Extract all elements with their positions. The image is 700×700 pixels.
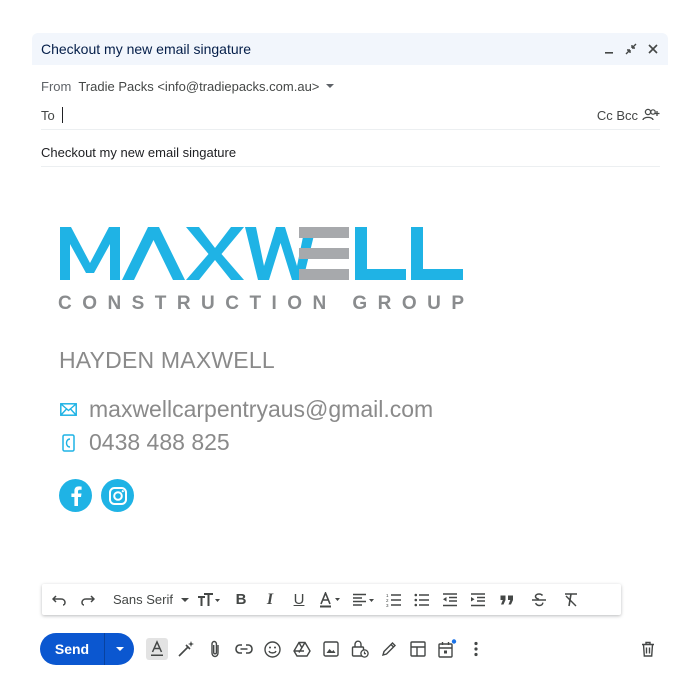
maxwell-logo: CONSTRUCTION GROUP xyxy=(58,223,468,318)
signature-phone-row: 0438 488 825 xyxy=(59,429,230,456)
formatting-toolbar: Sans Serif B I U 123 xyxy=(42,584,621,615)
svg-text:3: 3 xyxy=(386,603,389,607)
attach-icon[interactable] xyxy=(200,634,229,664)
social-links xyxy=(59,479,134,512)
exit-fullscreen-icon[interactable] xyxy=(624,42,638,56)
subject-field[interactable]: Checkout my new email singature xyxy=(41,138,660,167)
emoji-icon[interactable] xyxy=(258,634,287,664)
drive-icon[interactable] xyxy=(287,634,316,664)
logo-tagline: CONSTRUCTION GROUP xyxy=(58,293,464,314)
to-input-cursor[interactable] xyxy=(61,107,63,123)
from-label: From xyxy=(41,78,72,94)
confidential-icon[interactable] xyxy=(345,634,374,664)
instagram-icon[interactable] xyxy=(101,479,134,512)
compose-action-bar: Send xyxy=(40,632,662,666)
to-label: To xyxy=(41,107,55,123)
to-row[interactable]: To Cc Bcc xyxy=(41,101,660,130)
from-row[interactable]: From Tradie Packs <info@tradiepacks.com.… xyxy=(41,76,660,96)
strikethrough-icon[interactable] xyxy=(522,584,556,615)
align-icon[interactable] xyxy=(348,584,380,615)
envelope-icon xyxy=(59,401,77,419)
quote-icon[interactable] xyxy=(492,584,522,615)
italic-icon[interactable]: I xyxy=(256,584,284,615)
from-address[interactable]: Tradie Packs <info@tradiepacks.com.au> xyxy=(78,79,319,94)
discard-icon[interactable] xyxy=(633,634,662,664)
undo-icon[interactable] xyxy=(44,584,74,615)
signature-email[interactable]: maxwellcarpentryaus@gmail.com xyxy=(89,396,433,423)
subject-text[interactable]: Checkout my new email singature xyxy=(41,145,236,160)
numbered-list-icon[interactable]: 123 xyxy=(380,584,408,615)
font-family-select[interactable]: Sans Serif xyxy=(110,584,192,615)
indent-more-icon[interactable] xyxy=(464,584,492,615)
action-icons xyxy=(142,634,490,664)
compose-title: Checkout my new email singature xyxy=(41,41,252,57)
formatting-icon[interactable] xyxy=(142,634,171,664)
chevron-down-icon[interactable] xyxy=(326,84,335,88)
bold-icon[interactable]: B xyxy=(226,584,256,615)
more-options-icon[interactable] xyxy=(461,634,490,664)
send-button[interactable]: Send xyxy=(40,641,104,657)
font-family-value: Sans Serif xyxy=(113,592,173,607)
signature-email-row: maxwellcarpentryaus@gmail.com xyxy=(59,396,433,423)
underline-icon[interactable]: U xyxy=(284,584,314,615)
compose-title-bar: Checkout my new email singature xyxy=(32,33,668,65)
bulleted-list-icon[interactable] xyxy=(408,584,436,615)
send-options-button[interactable] xyxy=(105,647,134,651)
text-color-icon[interactable] xyxy=(314,584,348,615)
add-recipients-icon[interactable] xyxy=(642,108,660,122)
facebook-icon[interactable] xyxy=(59,479,92,512)
window-controls xyxy=(602,42,660,56)
send-button-group: Send xyxy=(40,633,134,665)
phone-icon xyxy=(59,433,77,452)
font-size-icon[interactable] xyxy=(192,584,226,615)
cc-bcc-label[interactable]: Cc Bcc xyxy=(597,108,638,123)
chevron-down-icon xyxy=(180,597,189,602)
redo-icon[interactable] xyxy=(74,584,102,615)
layout-icon[interactable] xyxy=(403,634,432,664)
signature-icon[interactable] xyxy=(374,634,403,664)
remove-formatting-icon[interactable] xyxy=(556,584,586,615)
photo-icon[interactable] xyxy=(316,634,345,664)
ai-writing-icon[interactable] xyxy=(171,634,200,664)
signature-name: HAYDEN MAXWELL xyxy=(59,347,275,373)
cc-bcc[interactable]: Cc Bcc xyxy=(597,108,660,123)
link-icon[interactable] xyxy=(229,634,258,664)
chevron-down-icon xyxy=(115,647,124,651)
minimize-icon[interactable] xyxy=(602,42,616,56)
signature-phone[interactable]: 0438 488 825 xyxy=(89,429,230,456)
close-icon[interactable] xyxy=(646,42,660,56)
schedule-icon[interactable] xyxy=(432,634,461,664)
indent-less-icon[interactable] xyxy=(436,584,464,615)
